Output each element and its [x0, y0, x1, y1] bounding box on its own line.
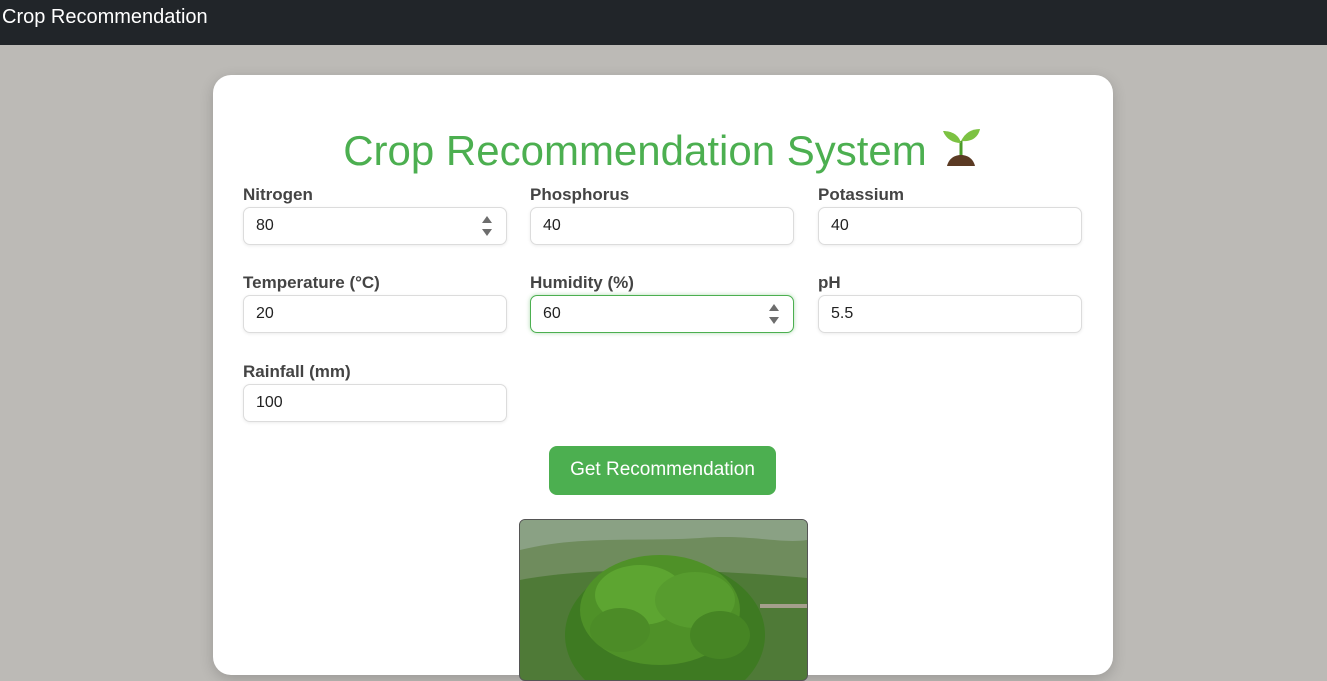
get-recommendation-button[interactable]: Get Recommendation — [549, 446, 776, 495]
stepper-up-icon[interactable] — [769, 304, 779, 311]
rainfall-field: Rainfall (mm) 100 — [243, 362, 507, 422]
ph-value: 5.5 — [831, 305, 854, 322]
temperature-label: Temperature (°C) — [243, 273, 380, 292]
humidity-label: Humidity (%) — [530, 273, 634, 292]
humidity-value: 60 — [543, 305, 561, 322]
phosphorus-field: Phosphorus 40 — [530, 185, 794, 245]
tree-landscape-image — [520, 520, 807, 680]
potassium-label: Potassium — [818, 185, 904, 204]
temperature-field: Temperature (°C) 20 — [243, 273, 507, 333]
humidity-field: Humidity (%) 60 — [530, 273, 794, 333]
rainfall-label: Rainfall (mm) — [243, 362, 351, 381]
ph-label: pH — [818, 273, 841, 292]
ph-input[interactable]: 5.5 — [818, 295, 1082, 333]
form-card: Crop Recommendation System Nitrogen 80 P… — [213, 75, 1113, 681]
potassium-input[interactable]: 40 — [818, 207, 1082, 245]
phosphorus-value: 40 — [543, 217, 561, 234]
stepper-down-icon[interactable] — [769, 317, 779, 324]
nitrogen-value: 80 — [256, 217, 274, 234]
crop-image — [519, 519, 808, 681]
nitrogen-label: Nitrogen — [243, 185, 313, 204]
potassium-field: Potassium 40 — [818, 185, 1082, 245]
rainfall-input[interactable]: 100 — [243, 384, 507, 422]
temperature-input[interactable]: 20 — [243, 295, 507, 333]
potassium-value: 40 — [831, 217, 849, 234]
temperature-value: 20 — [256, 305, 274, 322]
seedling-icon — [939, 125, 983, 169]
page-title: Crop Recommendation System — [213, 125, 1113, 175]
nitrogen-stepper[interactable] — [482, 216, 492, 236]
humidity-stepper[interactable] — [769, 304, 779, 324]
nitrogen-field: Nitrogen 80 — [243, 185, 507, 245]
page-title-text: Crop Recommendation System — [343, 127, 927, 174]
navbar: Crop Recommendation — [0, 0, 1327, 45]
phosphorus-input[interactable]: 40 — [530, 207, 794, 245]
stepper-down-icon[interactable] — [482, 229, 492, 236]
stepper-up-icon[interactable] — [482, 216, 492, 223]
phosphorus-label: Phosphorus — [530, 185, 630, 204]
ph-field: pH 5.5 — [818, 273, 1082, 333]
humidity-input[interactable]: 60 — [530, 295, 794, 333]
nitrogen-input[interactable]: 80 — [243, 207, 507, 245]
rainfall-value: 100 — [256, 394, 283, 411]
navbar-brand[interactable]: Crop Recommendation — [2, 6, 208, 29]
